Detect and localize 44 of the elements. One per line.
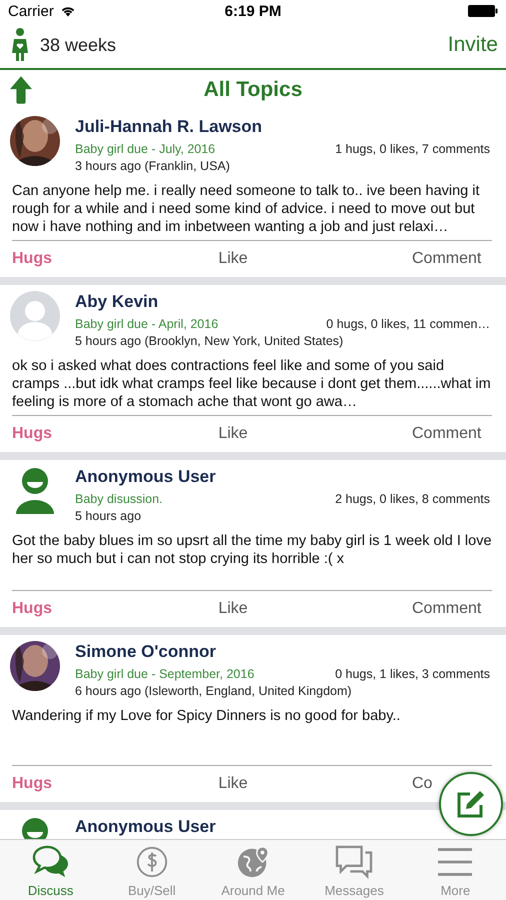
post-text[interactable]: Wandering if my Love for Spicy Dinners is no good for baby.. xyxy=(12,707,492,766)
like-button[interactable]: Like xyxy=(216,425,250,443)
post-time: 5 hours ago xyxy=(75,508,142,524)
like-button[interactable]: Like xyxy=(216,775,250,793)
speech-bubbles-icon xyxy=(32,845,70,879)
chat-bubbles-icon xyxy=(335,845,374,879)
like-button[interactable]: Like xyxy=(216,600,250,618)
up-arrow-icon[interactable] xyxy=(10,76,32,104)
like-button[interactable]: Like xyxy=(216,250,250,268)
due-label: Baby girl due - April, 2016 xyxy=(75,316,218,333)
pregnant-woman-icon xyxy=(10,28,30,62)
author-name[interactable]: Simone O'connor xyxy=(75,641,216,663)
clock-time: 6:19 PM xyxy=(224,2,282,20)
post-time: 3 hours ago (Franklin, USA) xyxy=(75,158,230,174)
due-label: Baby girl due - September, 2016 xyxy=(75,666,254,683)
author-name[interactable]: Anonymous User xyxy=(75,466,216,488)
author-name[interactable]: Anonymous User xyxy=(75,816,216,838)
comment-button[interactable]: Comment xyxy=(412,250,482,268)
post-text[interactable]: Got the baby blues im so upsrt all the time my baby girl is 1 week old I love her so much but i can not stop crying its horrible :( x xyxy=(12,532,492,591)
due-label: Baby girl due - July, 2016 xyxy=(75,141,216,158)
author-name[interactable]: Juli-Hannah R. Lawson xyxy=(75,116,262,138)
comment-button[interactable]: Co xyxy=(412,775,432,793)
post-time: 5 hours ago (Brooklyn, New York, United States) xyxy=(75,333,344,349)
invite-button[interactable]: Invite xyxy=(448,33,498,57)
author-name[interactable]: Aby Kevin xyxy=(75,291,158,313)
comment-button[interactable]: Comment xyxy=(412,425,482,443)
post-stats: 0 hugs, 0 likes, 11 commen… xyxy=(326,316,490,333)
post-stats: 2 hugs, 0 likes, 8 comments xyxy=(335,491,490,508)
post-text[interactable]: Can anyone help me. i really need someone to talk to.. ive been having it rough for a while and i need some kind of advice. i need to move out but now i have nothing and im inbetween wanting a job and just relaxi… xyxy=(12,182,492,241)
post-stats: 1 hugs, 0 likes, 7 comments xyxy=(335,141,490,158)
carrier-label: Carrier xyxy=(8,2,54,20)
battery-icon xyxy=(468,5,498,17)
wifi-icon xyxy=(60,5,76,17)
comment-button[interactable]: Comment xyxy=(412,600,482,618)
post-time: 6 hours ago (Isleworth, England, United Kingdom) xyxy=(75,683,352,699)
weeks-label: 38 weeks xyxy=(40,34,116,56)
tab-item[interactable]: Discuss xyxy=(0,840,102,900)
post-stats: 0 hugs, 1 likes, 3 comments xyxy=(335,666,490,683)
menu-icon xyxy=(436,845,474,879)
due-label: Baby disussion. xyxy=(75,491,163,508)
post-text[interactable]: ok so i asked what does contractions feel like and some of you said cramps ...but idk what cramps feel like because i dont get them......what im feeling is more of a stomach ache that wont go awa… xyxy=(12,357,492,416)
feed-title: All Topics xyxy=(204,78,302,102)
avatar-icon xyxy=(10,291,60,341)
pencil-icon xyxy=(456,789,486,819)
